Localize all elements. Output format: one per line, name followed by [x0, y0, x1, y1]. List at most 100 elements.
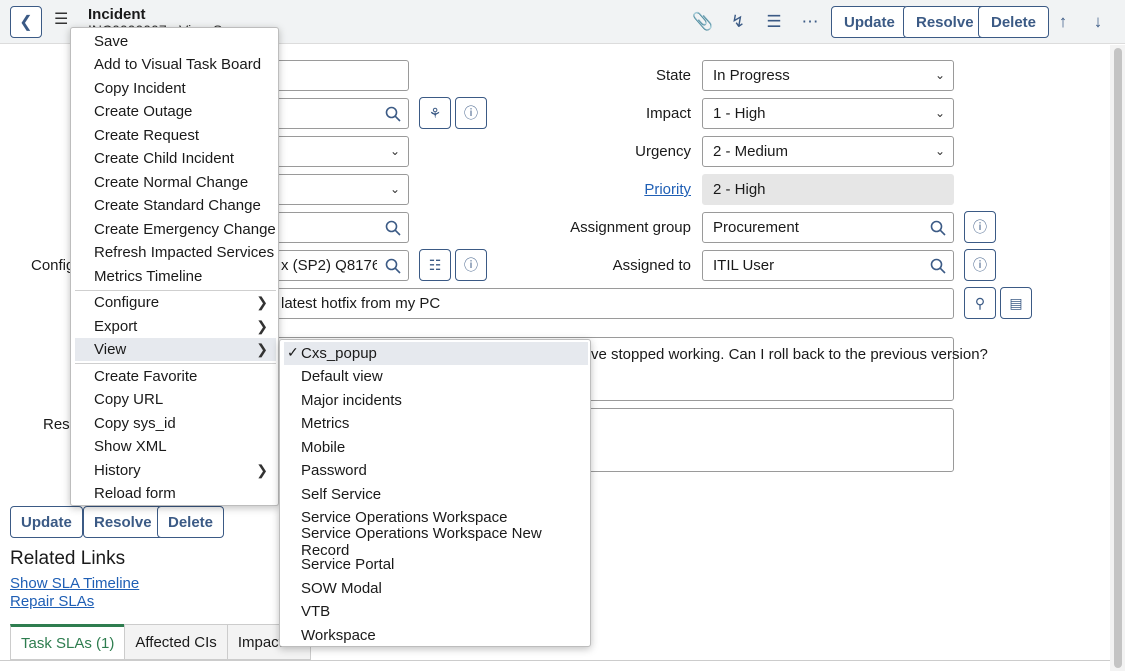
context-menu-icon[interactable]: ☰: [54, 12, 70, 28]
menu-item-history[interactable]: History ❯: [75, 459, 276, 482]
tab-divider: [0, 660, 1110, 671]
activity-icon[interactable]: ↯: [728, 12, 748, 32]
menu-item-copy-incident[interactable]: Copy Incident: [75, 77, 276, 100]
tab-task-slas[interactable]: Task SLAs (1): [10, 624, 126, 660]
info-icon[interactable]: ⓘ: [964, 211, 996, 243]
scrollbar-thumb[interactable]: [1114, 48, 1122, 668]
menu-divider: [75, 363, 276, 364]
menu-item-create-standard-change[interactable]: Create Standard Change: [75, 194, 276, 217]
tab-affected-cis[interactable]: Affected CIs: [124, 624, 228, 660]
urgency-value: 2 - Medium: [713, 143, 789, 160]
impact-select[interactable]: 1 - High ⌄: [702, 98, 954, 129]
assignment-group-field[interactable]: Procurement: [702, 212, 923, 243]
chevron-right-icon: ❯: [256, 294, 268, 310]
delete-button-bottom[interactable]: Delete: [157, 506, 225, 538]
menu-item-refresh-impacted-services[interactable]: Refresh Impacted Services: [75, 241, 276, 264]
priority-link[interactable]: Priority: [600, 181, 691, 198]
update-button[interactable]: Update: [831, 6, 908, 38]
info-icon[interactable]: ⓘ: [455, 97, 487, 129]
chevron-right-icon: ❯: [256, 318, 268, 334]
menu-item-export[interactable]: Export ❯: [75, 315, 276, 338]
menu-item-add-to-visual-task-board[interactable]: Add to Visual Task Board: [75, 53, 276, 76]
menu-item-create-request[interactable]: Create Request: [75, 124, 276, 147]
state-label: State: [655, 67, 691, 84]
delete-button[interactable]: Delete: [978, 6, 1050, 38]
caller-field[interactable]: [270, 98, 378, 129]
lightbulb-icon[interactable]: ⚲: [964, 287, 996, 319]
menu-item-show-xml[interactable]: Show XML: [75, 435, 276, 458]
view-option-workspace[interactable]: Workspace: [284, 624, 588, 647]
update-button-bottom[interactable]: Update: [10, 506, 83, 538]
settings-sliders-icon[interactable]: ☰: [764, 12, 784, 32]
info-icon[interactable]: ⓘ: [964, 249, 996, 281]
search-icon[interactable]: [922, 250, 954, 281]
search-icon[interactable]: [377, 98, 409, 129]
state-select[interactable]: In Progress ⌄: [702, 60, 954, 91]
menu-item-create-child-incident[interactable]: Create Child Incident: [75, 147, 276, 170]
back-button[interactable]: ❮: [10, 6, 42, 38]
dependency-map-icon[interactable]: ⚘: [419, 97, 451, 129]
search-icon[interactable]: [377, 212, 409, 243]
info-icon[interactable]: ⓘ: [455, 249, 487, 281]
page-title: Incident: [88, 6, 146, 23]
subcategory-select[interactable]: ⌄: [270, 174, 409, 205]
paperclip-icon[interactable]: 📎: [692, 12, 713, 32]
menu-item-copy-sys-id[interactable]: Copy sys_id: [75, 412, 276, 435]
chevron-down-icon: ⌄: [934, 68, 945, 82]
urgency-select[interactable]: 2 - Medium ⌄: [702, 136, 954, 167]
category-select[interactable]: ⌄: [270, 136, 409, 167]
chevron-down-icon: ⌄: [934, 144, 945, 158]
resolve-button-bottom[interactable]: Resolve: [83, 506, 163, 538]
menu-item-label: History: [94, 462, 141, 479]
view-option-sow-modal[interactable]: SOW Modal: [284, 577, 588, 600]
menu-item-create-emergency-change[interactable]: Create Emergency Change: [75, 218, 276, 241]
menu-item-save[interactable]: Save: [75, 30, 276, 53]
view-option-default-view[interactable]: Default view: [284, 365, 588, 388]
more-options-icon[interactable]: ⋯: [800, 12, 820, 32]
view-option-mobile[interactable]: Mobile: [284, 436, 588, 459]
menu-item-view[interactable]: View ❯: [75, 338, 276, 361]
assignment-group-label: Assignment group: [570, 219, 691, 236]
hierarchy-icon[interactable]: ☷: [419, 249, 451, 281]
view-option-cxs-popup[interactable]: ✓ Cxs_popup: [284, 342, 588, 365]
view-option-metrics[interactable]: Metrics: [284, 412, 588, 435]
arrow-up-icon[interactable]: ↑: [1053, 12, 1073, 32]
config-item-field[interactable]: x (SP2) Q8176C: [270, 250, 378, 281]
menu-item-metrics-timeline[interactable]: Metrics Timeline: [75, 265, 276, 288]
checkmark-icon: ✓: [287, 344, 299, 360]
view-option-service-portal[interactable]: Service Portal: [284, 553, 588, 576]
chevron-down-icon: ⌄: [389, 182, 400, 196]
short-description-field[interactable]: latest hotfix from my PC: [270, 288, 954, 319]
config-item-value: x (SP2) Q8176C: [281, 257, 377, 274]
chevron-right-icon: ❯: [256, 462, 268, 478]
menu-item-reload-form[interactable]: Reload form: [75, 482, 276, 505]
view-submenu: ✓ Cxs_popup Default view Major incidents…: [279, 339, 591, 647]
priority-field: 2 - High: [702, 174, 954, 205]
menu-item-create-favorite[interactable]: Create Favorite: [75, 365, 276, 388]
view-option-sow-new-record[interactable]: Service Operations Workspace New Record: [284, 525, 588, 559]
search-icon[interactable]: [377, 250, 409, 281]
repair-slas-link[interactable]: Repair SLAs: [10, 593, 94, 610]
priority-value: 2 - High: [713, 181, 766, 198]
assigned-to-field[interactable]: ITIL User: [702, 250, 923, 281]
arrow-down-icon[interactable]: ↓: [1088, 12, 1108, 32]
form-context-menu: Save Add to Visual Task Board Copy Incid…: [70, 27, 279, 506]
service-field[interactable]: [270, 212, 378, 243]
book-icon[interactable]: ▤: [1000, 287, 1032, 319]
menu-item-create-normal-change[interactable]: Create Normal Change: [75, 171, 276, 194]
view-option-major-incidents[interactable]: Major incidents: [284, 389, 588, 412]
short-description-value: latest hotfix from my PC: [281, 295, 441, 312]
number-field[interactable]: [270, 60, 409, 91]
menu-item-configure[interactable]: Configure ❯: [75, 291, 276, 314]
view-option-label: Cxs_popup: [301, 345, 377, 362]
show-sla-timeline-link[interactable]: Show SLA Timeline: [10, 575, 139, 592]
menu-item-copy-url[interactable]: Copy URL: [75, 388, 276, 411]
search-icon[interactable]: [922, 212, 954, 243]
menu-item-label: Export: [94, 318, 138, 335]
view-option-self-service[interactable]: Self Service: [284, 483, 588, 506]
menu-item-create-outage[interactable]: Create Outage: [75, 100, 276, 123]
view-option-vtb[interactable]: VTB: [284, 600, 588, 623]
assignment-group-value: Procurement: [713, 219, 799, 236]
resolve-button[interactable]: Resolve: [903, 6, 987, 38]
view-option-password[interactable]: Password: [284, 459, 588, 482]
